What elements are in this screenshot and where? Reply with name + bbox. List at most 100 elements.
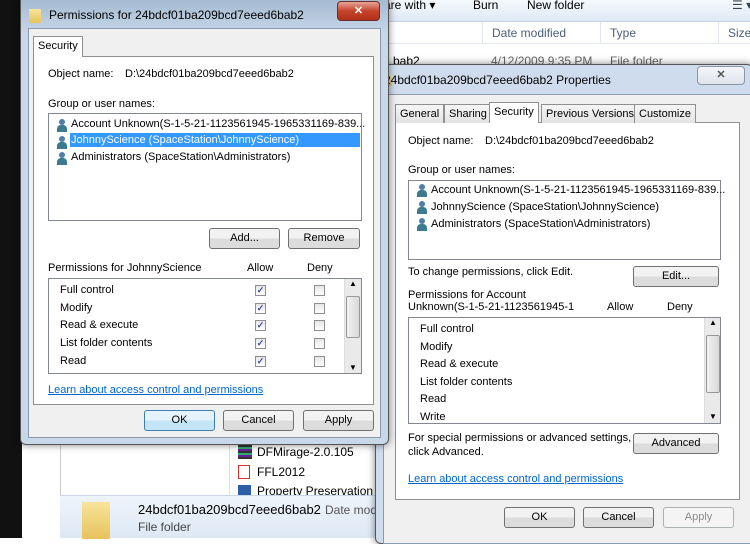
pdf-icon [238, 465, 250, 479]
nav-item[interactable]: FFL2012 [257, 465, 305, 479]
tab-sharing[interactable]: Sharing [444, 104, 492, 123]
deny-checkbox[interactable] [314, 320, 325, 332]
group-icon [55, 152, 68, 165]
apply-button[interactable]: Apply [663, 507, 734, 528]
user-item-selected[interactable]: JohnnyScience (SpaceStation\JohnnyScienc… [70, 133, 360, 147]
group-label: Group or user names: [48, 98, 155, 110]
details-pane: 24bdcf01ba209bcd7eeed6bab2 Date modi Fil… [60, 495, 380, 539]
permission-row: Full control [60, 284, 114, 296]
user-icon [415, 201, 428, 214]
tab-previous-versions[interactable]: Previous Versions [541, 104, 640, 123]
ok-button[interactable]: OK [504, 507, 575, 528]
allow-checkbox[interactable]: ✓ [255, 355, 266, 367]
column-date-modified[interactable]: Date modified [492, 26, 566, 40]
deny-checkbox[interactable] [314, 338, 325, 350]
permission-row: Read & execute [60, 319, 139, 332]
permissions-label: Permissions for Account [408, 289, 526, 301]
folder-icon [82, 502, 110, 539]
edit-button[interactable]: Edit... [633, 266, 719, 287]
permission-row: Read [420, 393, 447, 405]
scroll-thumb[interactable] [346, 296, 360, 338]
permission-row: Modify [60, 301, 93, 314]
special-permissions-text-cont: click Advanced. [408, 446, 484, 458]
navigation-pane: DFMirage-2.0.105 FFL2012 Property Preser… [60, 444, 376, 498]
permissions-label: Permissions for JohnnyScience [48, 262, 202, 274]
scroll-thumb[interactable] [706, 335, 720, 393]
user-item[interactable]: Administrators (SpaceStation\Administrat… [431, 218, 650, 230]
object-name-value: D:\24bdcf01ba209bcd7eeed6bab2 [485, 135, 654, 147]
desktop-edge [0, 0, 22, 538]
tab-security[interactable]: Security [489, 102, 539, 123]
change-permissions-text: To change permissions, click Edit. [408, 266, 574, 278]
permission-row: Full control [420, 323, 474, 335]
deny-checkbox[interactable] [314, 302, 325, 314]
folder-icon [29, 9, 41, 23]
learn-more-link[interactable]: Learn about access control and permissio… [408, 473, 623, 485]
user-item[interactable]: Administrators (SpaceStation\Administrat… [71, 151, 290, 163]
view-options-icon[interactable]: ☰ ▾ [732, 0, 750, 12]
permission-row: List folder contents [60, 337, 153, 350]
scroll-up-icon[interactable]: ▲ [709, 318, 717, 327]
cancel-button[interactable]: Cancel [223, 410, 294, 431]
ok-button[interactable]: OK [144, 410, 215, 431]
add-button[interactable]: Add... [209, 228, 280, 249]
deny-header: Deny [307, 262, 333, 274]
allow-header: Allow [607, 301, 634, 313]
unknown-user-icon [55, 119, 68, 132]
allow-checkbox[interactable]: ✓ [255, 302, 266, 314]
user-item[interactable]: Account Unknown(S-1-5-21-1123561945-1965… [71, 118, 365, 130]
tab-customize[interactable]: Customize [634, 104, 696, 123]
scroll-up-icon[interactable]: ▲ [349, 279, 357, 288]
apply-button[interactable]: Apply [303, 410, 374, 431]
permission-row: Modify [420, 341, 453, 353]
share-with-label: are with [384, 0, 427, 12]
cancel-button[interactable]: Cancel [583, 507, 654, 528]
permission-row: Read [60, 354, 87, 367]
archive-icon [238, 445, 252, 459]
deny-header: Deny [667, 301, 693, 313]
group-icon [415, 218, 428, 231]
scroll-down-icon[interactable]: ▼ [349, 363, 357, 372]
dialog-title: Permissions for 24bdcf01ba209bcd7eeed6ba… [49, 8, 304, 22]
object-name-label: Object name: [408, 135, 474, 147]
column-type[interactable]: Type [610, 26, 636, 40]
pane-divider [229, 444, 230, 496]
remove-button[interactable]: Remove [288, 228, 360, 249]
special-permissions-text: For special permissions or advanced sett… [408, 432, 632, 444]
user-item[interactable]: JohnnyScience (SpaceStation\JohnnyScienc… [431, 201, 659, 213]
object-name-label: Object name: [48, 68, 114, 80]
learn-more-link[interactable]: Learn about access control and permissio… [48, 384, 263, 396]
burn-button[interactable]: Burn [473, 0, 498, 12]
nav-item[interactable]: DFMirage-2.0.105 [257, 445, 354, 459]
column-size[interactable]: Size [728, 26, 750, 40]
share-with-menu[interactable]: are with ▾ [384, 0, 435, 12]
permission-row: Read & execute [420, 358, 499, 370]
tab-security[interactable]: Security [33, 36, 83, 57]
allow-checkbox[interactable]: ✓ [255, 285, 266, 296]
allow-checkbox[interactable]: ✓ [255, 320, 266, 332]
scrollbar[interactable]: ▲ ▼ [344, 279, 361, 373]
permission-row: List folder contents [420, 376, 513, 388]
user-icon [55, 136, 68, 149]
unknown-user-icon [415, 184, 428, 197]
column-divider [600, 22, 601, 44]
permissions-label-cont: Unknown(S-1-5-21-1123561945-1 [408, 301, 575, 313]
user-list[interactable]: Account Unknown(S-1-5-21-1123561945-1965… [48, 113, 365, 221]
column-divider [718, 22, 719, 44]
allow-header: Allow [247, 262, 274, 274]
details-date-label: Date modi [325, 503, 380, 517]
new-folder-button[interactable]: New folder [527, 0, 584, 12]
deny-checkbox[interactable] [314, 285, 325, 296]
permissions-list: Full control Modify Read & execute List … [408, 317, 721, 424]
allow-checkbox[interactable]: ✓ [255, 338, 266, 350]
advanced-button[interactable]: Advanced [633, 433, 719, 454]
close-button[interactable]: ✕ [337, 1, 380, 21]
deny-checkbox[interactable] [314, 355, 325, 367]
permissions-list: ▲ ▼ Full control ✓ Modify ✓ Read & execute ✓ L… [48, 278, 362, 374]
close-button[interactable]: ✕ [697, 66, 745, 85]
user-item[interactable]: Account Unknown(S-1-5-21-1123561945-1965… [431, 184, 725, 196]
tab-general[interactable]: General [395, 104, 445, 123]
scrollbar[interactable]: ▲ ▼ [704, 318, 720, 423]
scroll-down-icon[interactable]: ▼ [709, 412, 717, 421]
user-list[interactable]: Account Unknown(S-1-5-21-1123561945-1965… [408, 180, 725, 260]
